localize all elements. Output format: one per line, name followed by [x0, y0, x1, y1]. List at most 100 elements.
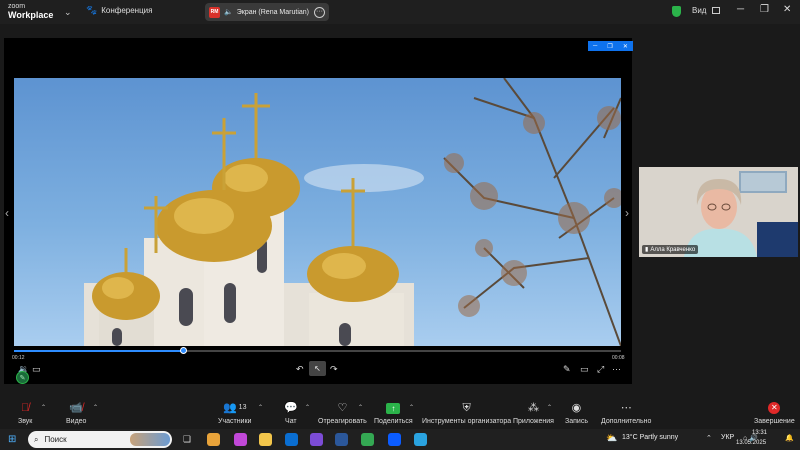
- shared-window-controls[interactable]: ─ ❐ ✕: [588, 41, 633, 51]
- search-icon: ⌕: [34, 434, 39, 444]
- more-options-icon[interactable]: ···: [314, 6, 325, 18]
- meeting-toolbar: 🎙̸ Звук ⌃ 📹̸ Видео ⌃ 👥 13 Участники ⌃ 💬 …: [0, 398, 800, 429]
- view-label: Вид: [692, 6, 707, 15]
- heart-icon: ♡: [337, 402, 348, 414]
- pointer-tool-button[interactable]: ↖: [309, 361, 326, 376]
- time-total: 00:08: [612, 355, 625, 361]
- audio-button[interactable]: 🎙̸ Звук: [18, 400, 32, 425]
- host-tools-label: Инструменты организатора: [422, 418, 512, 425]
- time-elapsed: 00:12: [12, 355, 25, 361]
- participant-name: Алла Кравченко: [650, 246, 696, 253]
- chat-label: Чат: [285, 418, 297, 425]
- signal-bars-icon: ▮: [645, 247, 649, 253]
- task-view-icon[interactable]: ❏: [183, 434, 191, 445]
- participant-name-label: ▮ Алла Кравченко: [642, 245, 699, 254]
- video-progress-bar[interactable]: [14, 347, 621, 354]
- copilot-app-icon[interactable]: [234, 433, 247, 446]
- view-grid-icon: [711, 7, 720, 15]
- minimize-window-button[interactable]: ─: [737, 4, 744, 15]
- captions-icon[interactable]: ▭: [32, 364, 41, 375]
- share-button[interactable]: ↑ Поделиться: [374, 400, 413, 425]
- notifications-icon[interactable]: 🔔: [785, 434, 794, 442]
- windows-taskbar: ⊞ ⌕ Поиск ❏ ⛅ 13°C Partly sunny ⌃ УКР ⌂ …: [0, 429, 800, 450]
- record-button[interactable]: ◉ Запись: [565, 400, 588, 425]
- chat-button[interactable]: 💬 Чат: [284, 400, 298, 425]
- cursor-icon: ↖: [314, 364, 321, 373]
- zoom-title-bar: zoom Workplace ⌄ 🐾 Конференция RM 🔈 Экра…: [0, 0, 800, 24]
- keyboard-language[interactable]: УКР: [721, 434, 734, 441]
- windows-start-icon[interactable]: ⊞: [8, 434, 16, 445]
- audio-label: Звук: [18, 418, 33, 425]
- progress-knob[interactable]: [179, 347, 187, 354]
- participants-label: Участники: [218, 418, 252, 425]
- react-options-chevron-icon[interactable]: ⌃: [358, 404, 363, 411]
- weather-icon[interactable]: ⛅: [606, 433, 617, 444]
- security-shield-icon[interactable]: [672, 6, 681, 17]
- end-meeting-button[interactable]: ✕ Завершение: [754, 400, 795, 425]
- weather-text[interactable]: 13°C Partly sunny: [622, 434, 678, 441]
- host-tools-button[interactable]: ⛨ Инструменты организатора: [422, 400, 511, 425]
- progress-fill: [14, 350, 184, 352]
- share-options-chevron-icon[interactable]: ⌃: [409, 404, 414, 411]
- chrome-app-icon[interactable]: [207, 433, 220, 446]
- annotate-icon[interactable]: ✎: [16, 371, 29, 384]
- more-dots-icon: ⋯: [620, 402, 632, 414]
- zoom-logo: zoom Workplace: [8, 2, 53, 20]
- clock-date[interactable]: 13.05.2025: [736, 440, 766, 446]
- edge-app-icon[interactable]: [285, 433, 298, 446]
- mic-muted-icon: 🎙̸: [21, 402, 30, 414]
- react-label: Отреагировать: [318, 418, 367, 425]
- word-app-icon[interactable]: [335, 433, 348, 446]
- paw-icon: 🐾: [86, 5, 98, 15]
- participant-video-tile[interactable]: ▮ Алла Кравченко: [639, 167, 798, 257]
- end-meeting-icon: ✕: [768, 400, 781, 416]
- zoom-app-icon[interactable]: [388, 433, 401, 446]
- video-label: Видео: [66, 418, 87, 425]
- more-button[interactable]: ⋯ Дополнительно: [601, 400, 651, 425]
- player-more-icon[interactable]: ···: [612, 364, 621, 374]
- shared-minimize-icon[interactable]: ─: [593, 43, 597, 49]
- fullscreen-icon[interactable]: ⤢: [597, 364, 604, 375]
- apps-options-chevron-icon[interactable]: ⌃: [547, 404, 552, 411]
- screen-share-indicator[interactable]: RM 🔈 Экран (Rena Marutian) ···: [205, 3, 329, 21]
- telegram-app-icon[interactable]: [414, 433, 427, 446]
- participants-options-chevron-icon[interactable]: ⌃: [258, 404, 263, 411]
- participants-button[interactable]: 👥 13 Участники: [218, 400, 251, 425]
- chrome-profile-icon[interactable]: [361, 433, 374, 446]
- tray-expand-icon[interactable]: ⌃: [706, 434, 712, 442]
- close-window-button[interactable]: ✕: [783, 4, 791, 15]
- shared-close-icon[interactable]: ✕: [623, 43, 628, 50]
- share-screen-icon: ↑: [386, 400, 401, 416]
- pencil-icon[interactable]: ✎: [563, 364, 571, 375]
- taskbar-search-box[interactable]: ⌕ Поиск: [28, 431, 172, 448]
- shared-restore-icon[interactable]: ❐: [607, 43, 612, 50]
- forward-icon[interactable]: ↷: [330, 364, 338, 375]
- end-label: Завершение: [754, 418, 795, 425]
- clock-time[interactable]: 13:31: [740, 430, 767, 436]
- shared-video-frame[interactable]: [14, 78, 621, 346]
- presenter-avatar: RM: [209, 6, 220, 18]
- meeting-info-button[interactable]: 🐾 Конференция: [86, 5, 152, 16]
- viber-app-icon[interactable]: [310, 433, 323, 446]
- rewind-icon[interactable]: ↶: [296, 364, 304, 375]
- restore-window-button[interactable]: ❐: [760, 4, 769, 15]
- video-options-chevron-icon[interactable]: ⌃: [93, 404, 98, 411]
- video-off-icon: 📹̸: [69, 402, 84, 414]
- view-menu-button[interactable]: Вид: [692, 6, 720, 15]
- more-label: Дополнительно: [601, 418, 652, 425]
- cathedral-video-image: [84, 78, 621, 346]
- video-button[interactable]: 📹̸ Видео: [66, 400, 86, 425]
- speaker-icon: 🔈: [224, 9, 233, 16]
- file-explorer-icon[interactable]: [259, 433, 272, 446]
- chat-options-chevron-icon[interactable]: ⌃: [305, 404, 310, 411]
- participants-count: 13: [238, 404, 247, 411]
- meeting-label: Конференция: [101, 6, 153, 15]
- chevron-down-icon[interactable]: ⌄: [64, 7, 72, 18]
- record-icon: ◉: [571, 402, 582, 414]
- audio-options-chevron-icon[interactable]: ⌃: [41, 404, 46, 411]
- search-placeholder: Поиск: [44, 435, 67, 444]
- miniplayer-icon[interactable]: ▭: [580, 364, 589, 375]
- next-arrow-icon[interactable]: ›: [625, 206, 629, 220]
- previous-arrow-icon[interactable]: ‹: [5, 206, 9, 220]
- chat-icon: 💬: [284, 402, 298, 414]
